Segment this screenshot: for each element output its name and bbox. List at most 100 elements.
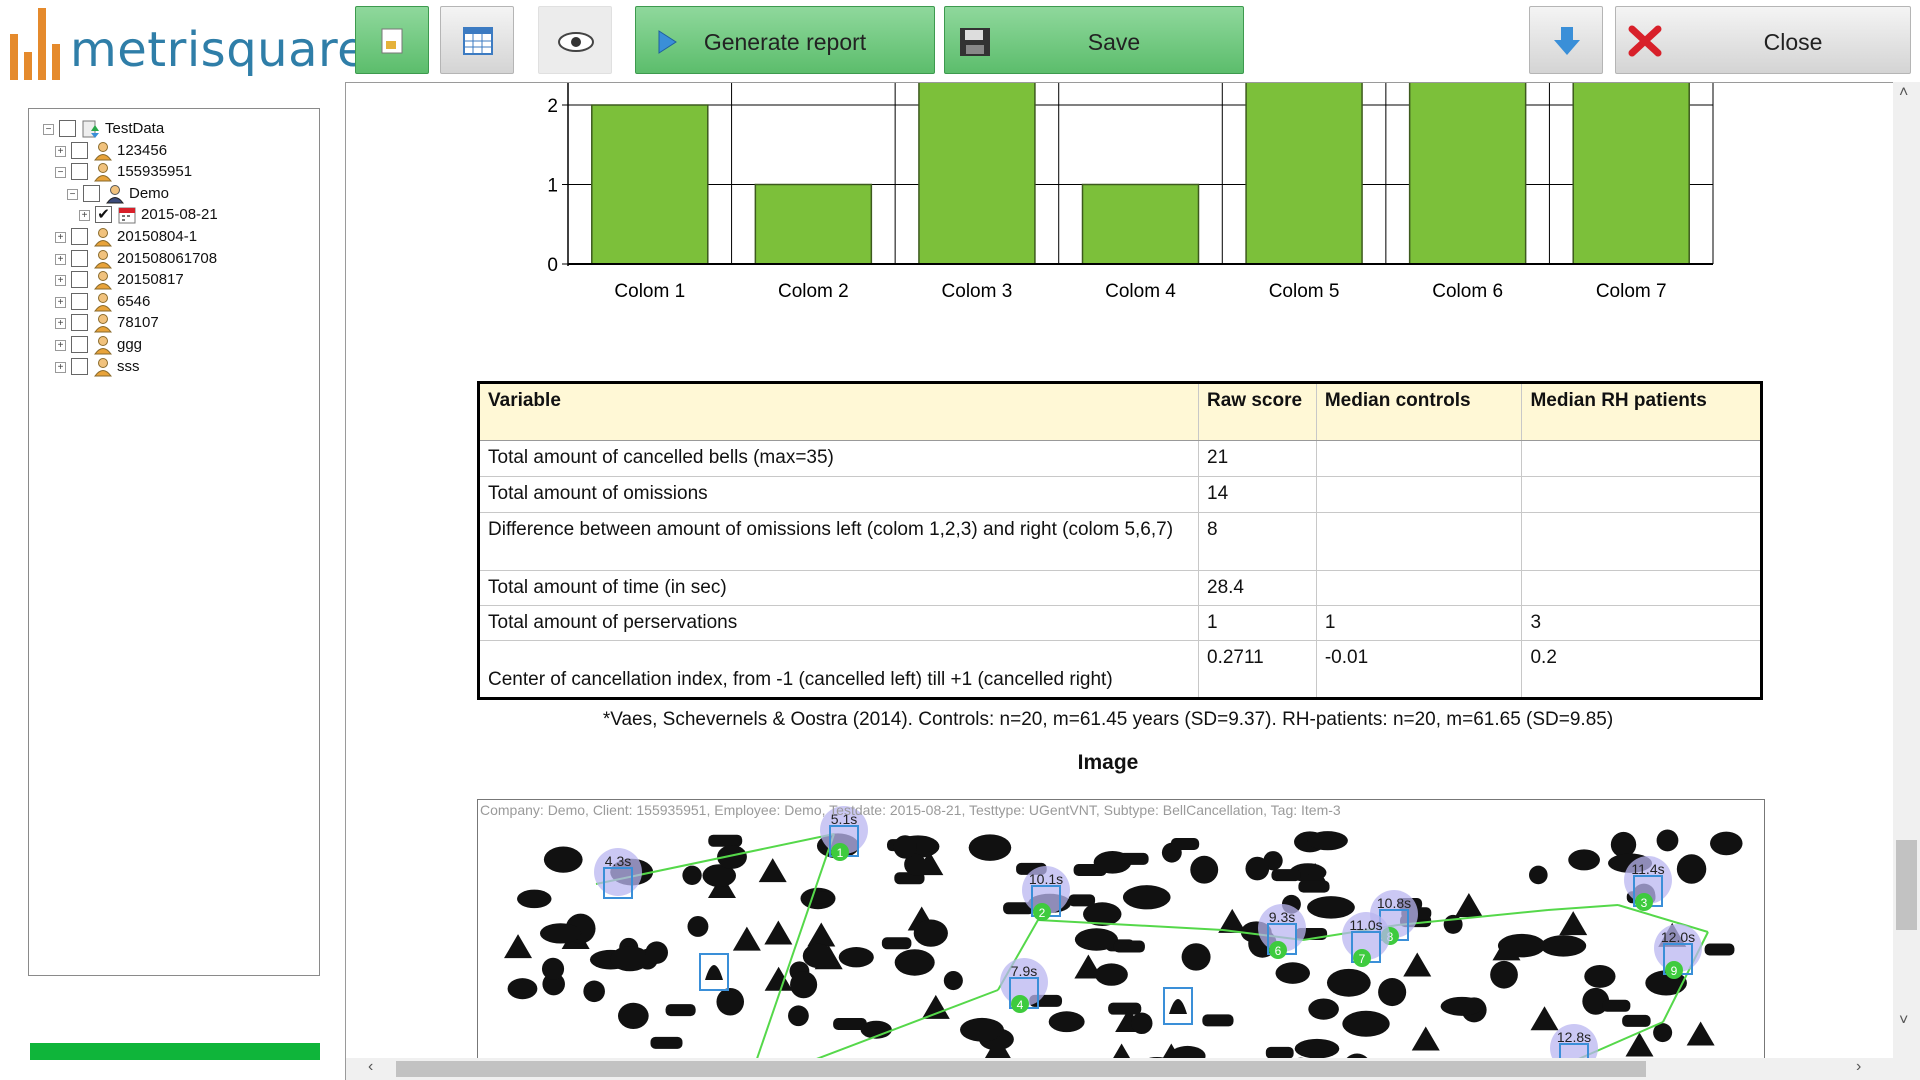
silhouette-icon <box>1602 999 1631 1012</box>
bar <box>754 183 873 265</box>
silhouette-icon <box>539 923 582 944</box>
person-icon <box>93 141 113 161</box>
expand-icon[interactable]: + <box>55 318 66 330</box>
tree-item-checkbox[interactable] <box>71 336 88 353</box>
time-label: 4.3s <box>605 853 631 869</box>
results-table: Variable Raw score Median controls Media… <box>477 381 1763 700</box>
silhouette-icon <box>583 980 605 1003</box>
silhouette-icon <box>1342 1010 1390 1037</box>
tree-item-checkbox[interactable] <box>71 228 88 245</box>
person-icon <box>93 292 113 312</box>
silhouette-icon <box>1074 954 1103 979</box>
tree-item-checkbox[interactable] <box>71 163 88 181</box>
expand-icon[interactable]: + <box>55 340 66 351</box>
vertical-scroll-thumb[interactable] <box>1896 840 1917 930</box>
collapse-icon[interactable]: − <box>55 167 66 179</box>
expand-icon[interactable]: + <box>55 275 66 287</box>
bell-icon <box>705 965 723 980</box>
silhouette-icon <box>1093 851 1132 874</box>
report-preview[interactable]: 0 1 2 Colom 1 Colom 2 Colom 3 Colom 4 Colom 5 Co… <box>345 82 1920 1080</box>
close-button[interactable]: Close <box>1615 6 1911 74</box>
expand-icon[interactable]: + <box>55 361 66 373</box>
tree-item-checkbox[interactable] <box>71 141 88 159</box>
search-path <box>1617 904 1709 933</box>
table-cell: 28.4 <box>1198 570 1317 606</box>
step-label: 2 <box>1039 906 1046 920</box>
tree-item-checkbox[interactable] <box>59 120 76 137</box>
tree-item-checkbox[interactable] <box>71 249 88 267</box>
silhouette-icon <box>1530 1006 1559 1031</box>
expand-icon[interactable]: + <box>55 232 66 243</box>
silhouette-icon <box>1490 960 1518 989</box>
horizontal-scroll-thumb[interactable] <box>396 1061 1646 1077</box>
table-row: Difference between amount of omissions l… <box>477 512 1762 571</box>
table-cell: 14 <box>1198 476 1317 513</box>
table-cell <box>1521 570 1762 606</box>
x-tick-label: Colom 4 <box>1105 281 1176 302</box>
silhouette-icon <box>894 949 935 976</box>
table-cell: Total amount of time (in sec) <box>477 570 1200 606</box>
tree-item-label: 123456 <box>117 141 168 159</box>
person-icon <box>93 270 113 290</box>
y-tick-label: 0 <box>547 255 558 276</box>
silhouette-icon <box>1584 964 1616 988</box>
table-icon <box>463 27 493 55</box>
silhouette-icon <box>1181 943 1211 971</box>
vertical-scrollbar[interactable]: ˄ ˅ <box>1893 82 1920 1060</box>
table-cell: 8 <box>1198 512 1317 571</box>
silhouette-icon <box>1308 998 1339 1020</box>
table-view-button[interactable] <box>440 6 514 74</box>
horizontal-scrollbar[interactable]: ‹ › <box>346 1058 1920 1080</box>
silhouette-icon <box>1443 914 1463 934</box>
step-label: 1 <box>837 846 844 860</box>
silhouette-icon <box>1610 831 1637 858</box>
tree-item-checkbox[interactable] <box>71 314 88 332</box>
x-tick-label: Colom 7 <box>1596 281 1667 302</box>
silhouette-icon <box>1686 1021 1715 1046</box>
tree-item-checkbox[interactable] <box>71 292 88 310</box>
bell-icon <box>1169 999 1187 1014</box>
calendar-icon <box>117 205 137 225</box>
download-button[interactable] <box>1529 6 1603 74</box>
table-row: Total amount of perservations 1 1 3 <box>477 605 1762 641</box>
footnote: *Vaes, Schevernels & Oostra (2014). Cont… <box>602 709 1614 730</box>
tree-item-label: 6546 <box>117 292 151 310</box>
silhouette-icon <box>682 865 702 885</box>
database-icon <box>81 119 101 139</box>
tree-item-checkbox[interactable] <box>71 357 88 375</box>
test-data-tree[interactable]: − TestData +123456 − 155935951 − Demo + ✔ 2015-08… <box>28 108 320 976</box>
tree-item-label: 155935951 <box>117 163 193 181</box>
silhouette-icon <box>1271 869 1301 882</box>
scroll-right-icon[interactable]: › <box>1856 1058 1861 1076</box>
preview-button[interactable] <box>538 6 612 74</box>
document-icon <box>381 28 403 54</box>
table-cell <box>1521 440 1762 477</box>
col-header-variable: Variable <box>477 382 1200 441</box>
step-label: 9 <box>1671 964 1678 978</box>
scroll-down-icon[interactable]: ˅ <box>1899 1012 1908 1030</box>
collapse-icon[interactable]: − <box>43 124 54 135</box>
app-logo: metrisquare <box>8 4 367 82</box>
expand-icon[interactable]: + <box>55 145 66 157</box>
logo-text: metrisquare <box>70 22 368 78</box>
progress-bar <box>30 1043 320 1060</box>
scroll-left-icon[interactable]: ‹ <box>368 1058 373 1076</box>
expand-icon[interactable]: + <box>55 253 66 265</box>
tree-item-checkbox[interactable]: ✔ <box>95 206 112 224</box>
tree-item-checkbox[interactable] <box>83 184 100 202</box>
collapse-icon[interactable]: − <box>67 188 78 200</box>
step-label: 4 <box>1017 998 1024 1012</box>
new-document-button[interactable] <box>355 6 429 74</box>
y-tick-label: 1 <box>547 176 558 197</box>
expand-icon[interactable]: + <box>79 210 90 222</box>
silhouette-icon <box>838 947 874 968</box>
tree-item-checkbox[interactable] <box>71 271 88 289</box>
scroll-up-icon[interactable]: ˄ <box>1899 84 1908 102</box>
generate-report-button[interactable]: Generate report <box>635 6 935 74</box>
silhouette-icon <box>1108 1002 1142 1015</box>
save-button[interactable]: Save <box>944 6 1244 74</box>
expand-icon[interactable]: + <box>55 296 66 308</box>
silhouette-icon <box>968 834 1012 861</box>
silhouette-icon <box>1275 962 1310 984</box>
time-label: 10.1s <box>1029 871 1063 887</box>
